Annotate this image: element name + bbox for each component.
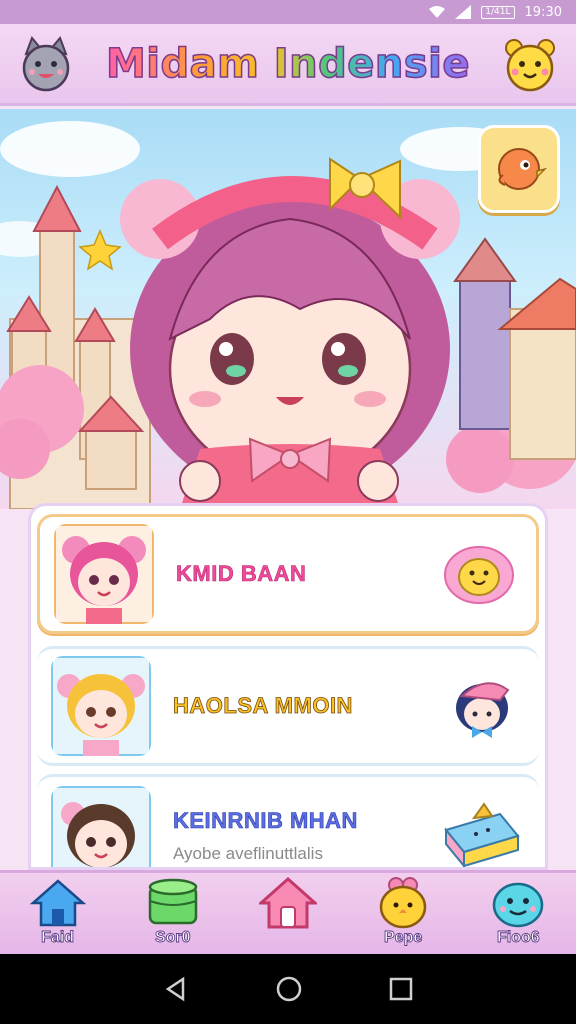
hero-illustration (0, 109, 576, 509)
recents-icon[interactable] (389, 977, 413, 1001)
item-name: HAOLSA MMOIN (173, 693, 353, 719)
blue-house-icon (29, 879, 86, 927)
nav-item-fioo6[interactable]: Fioo6 (470, 877, 566, 955)
status-time: 19:30 (524, 4, 562, 20)
nav-item-faid[interactable]: Faid (10, 877, 106, 955)
cyan-blob-face-icon (493, 882, 544, 928)
wifi-icon (429, 6, 446, 18)
nav-label: Sor0 (154, 929, 191, 947)
nav-label: Faid (41, 929, 75, 947)
character-list: KMID BAAN HAOLSA MMOIN KEINRNIB MHAN Ayo… (28, 503, 548, 870)
yellow-chick-icon (379, 877, 427, 929)
item-subtitle: Ayobe aveflinuttlalis (173, 843, 323, 863)
list-item[interactable]: HAOLSA MMOIN (37, 646, 539, 766)
nav-label: Fioo6 (497, 929, 541, 947)
yellow-bear-face-icon[interactable] (500, 34, 560, 94)
signal-icon (455, 5, 472, 19)
cat-face-icon[interactable] (16, 34, 76, 94)
pink-blob-face-icon (436, 534, 522, 614)
list-item[interactable]: KMID BAAN (37, 514, 539, 634)
green-stack-icon (148, 878, 198, 925)
list-item[interactable]: KEINRNIB MHAN Ayobe aveflinuttlalis (37, 774, 539, 867)
app-header: Midam Indensie (0, 24, 576, 106)
back-icon[interactable] (163, 976, 189, 1002)
nav-label: Pepe (384, 929, 423, 947)
nav-item-sor0[interactable]: Sor0 (125, 877, 221, 955)
home-icon[interactable] (275, 975, 303, 1003)
gift-box-icon (439, 796, 525, 867)
status-bar: 1/41L 19:30 (0, 0, 576, 24)
blonde-girl-avatar (51, 656, 151, 756)
nav-item-home[interactable] (240, 877, 336, 955)
pink-hair-girl-avatar (54, 524, 154, 624)
battery-indicator: 1/41L (481, 5, 515, 19)
nav-item-pepe[interactable]: Pepe (355, 877, 451, 955)
corner-action-button[interactable] (478, 125, 560, 213)
system-navigation-bar (0, 954, 576, 1024)
item-name: KMID BAAN (176, 561, 307, 587)
orange-bird-icon (498, 148, 547, 190)
brown-hair-girl-avatar (51, 785, 151, 867)
item-name: KEINRNIB MHAN (173, 807, 358, 833)
blue-hair-boy-sticker-icon (439, 666, 525, 746)
pink-home-icon (258, 877, 317, 929)
bottom-navigation: Faid Sor0 Pepe Fioo6 (0, 870, 576, 954)
app-title: Midam Indensie (105, 40, 470, 88)
